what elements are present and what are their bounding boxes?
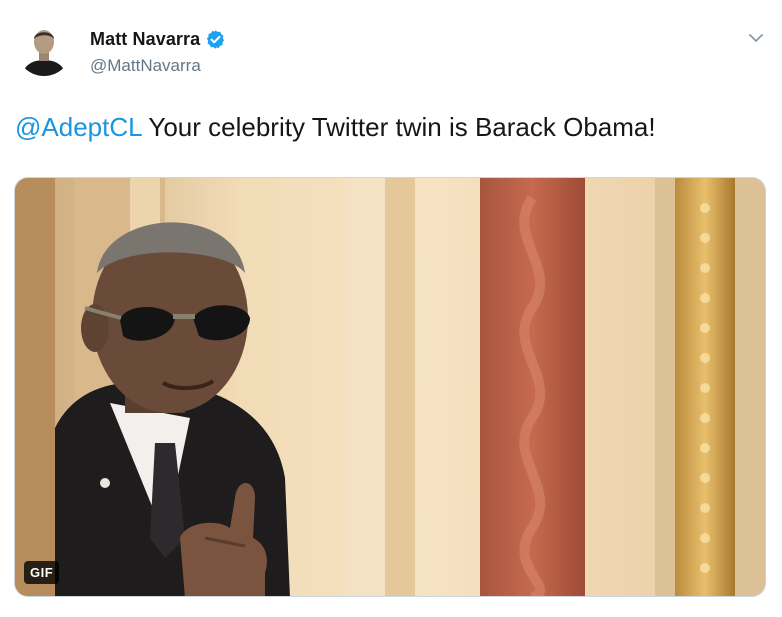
tweet-body-text: Your celebrity Twitter twin is Barack Ob… xyxy=(141,112,656,142)
author-display-name[interactable]: Matt Navarra xyxy=(90,29,200,50)
tweet-card: Matt Navarra @MattNavarra @AdeptCL Your … xyxy=(0,0,782,617)
more-options-button[interactable] xyxy=(746,28,766,48)
author-name-row: Matt Navarra xyxy=(90,29,226,50)
gif-media[interactable] xyxy=(14,177,766,597)
author-handle[interactable]: @MattNavarra xyxy=(90,56,201,76)
gif-badge: GIF xyxy=(24,561,60,584)
avatar[interactable] xyxy=(16,20,72,76)
chevron-down-icon xyxy=(749,34,763,42)
verified-badge-icon xyxy=(205,29,226,50)
gif-frame-image xyxy=(15,178,765,596)
mention-link[interactable]: @AdeptCL xyxy=(15,112,142,142)
tweet-text: @AdeptCL Your celebrity Twitter twin is … xyxy=(15,110,656,144)
avatar-image xyxy=(16,20,72,76)
